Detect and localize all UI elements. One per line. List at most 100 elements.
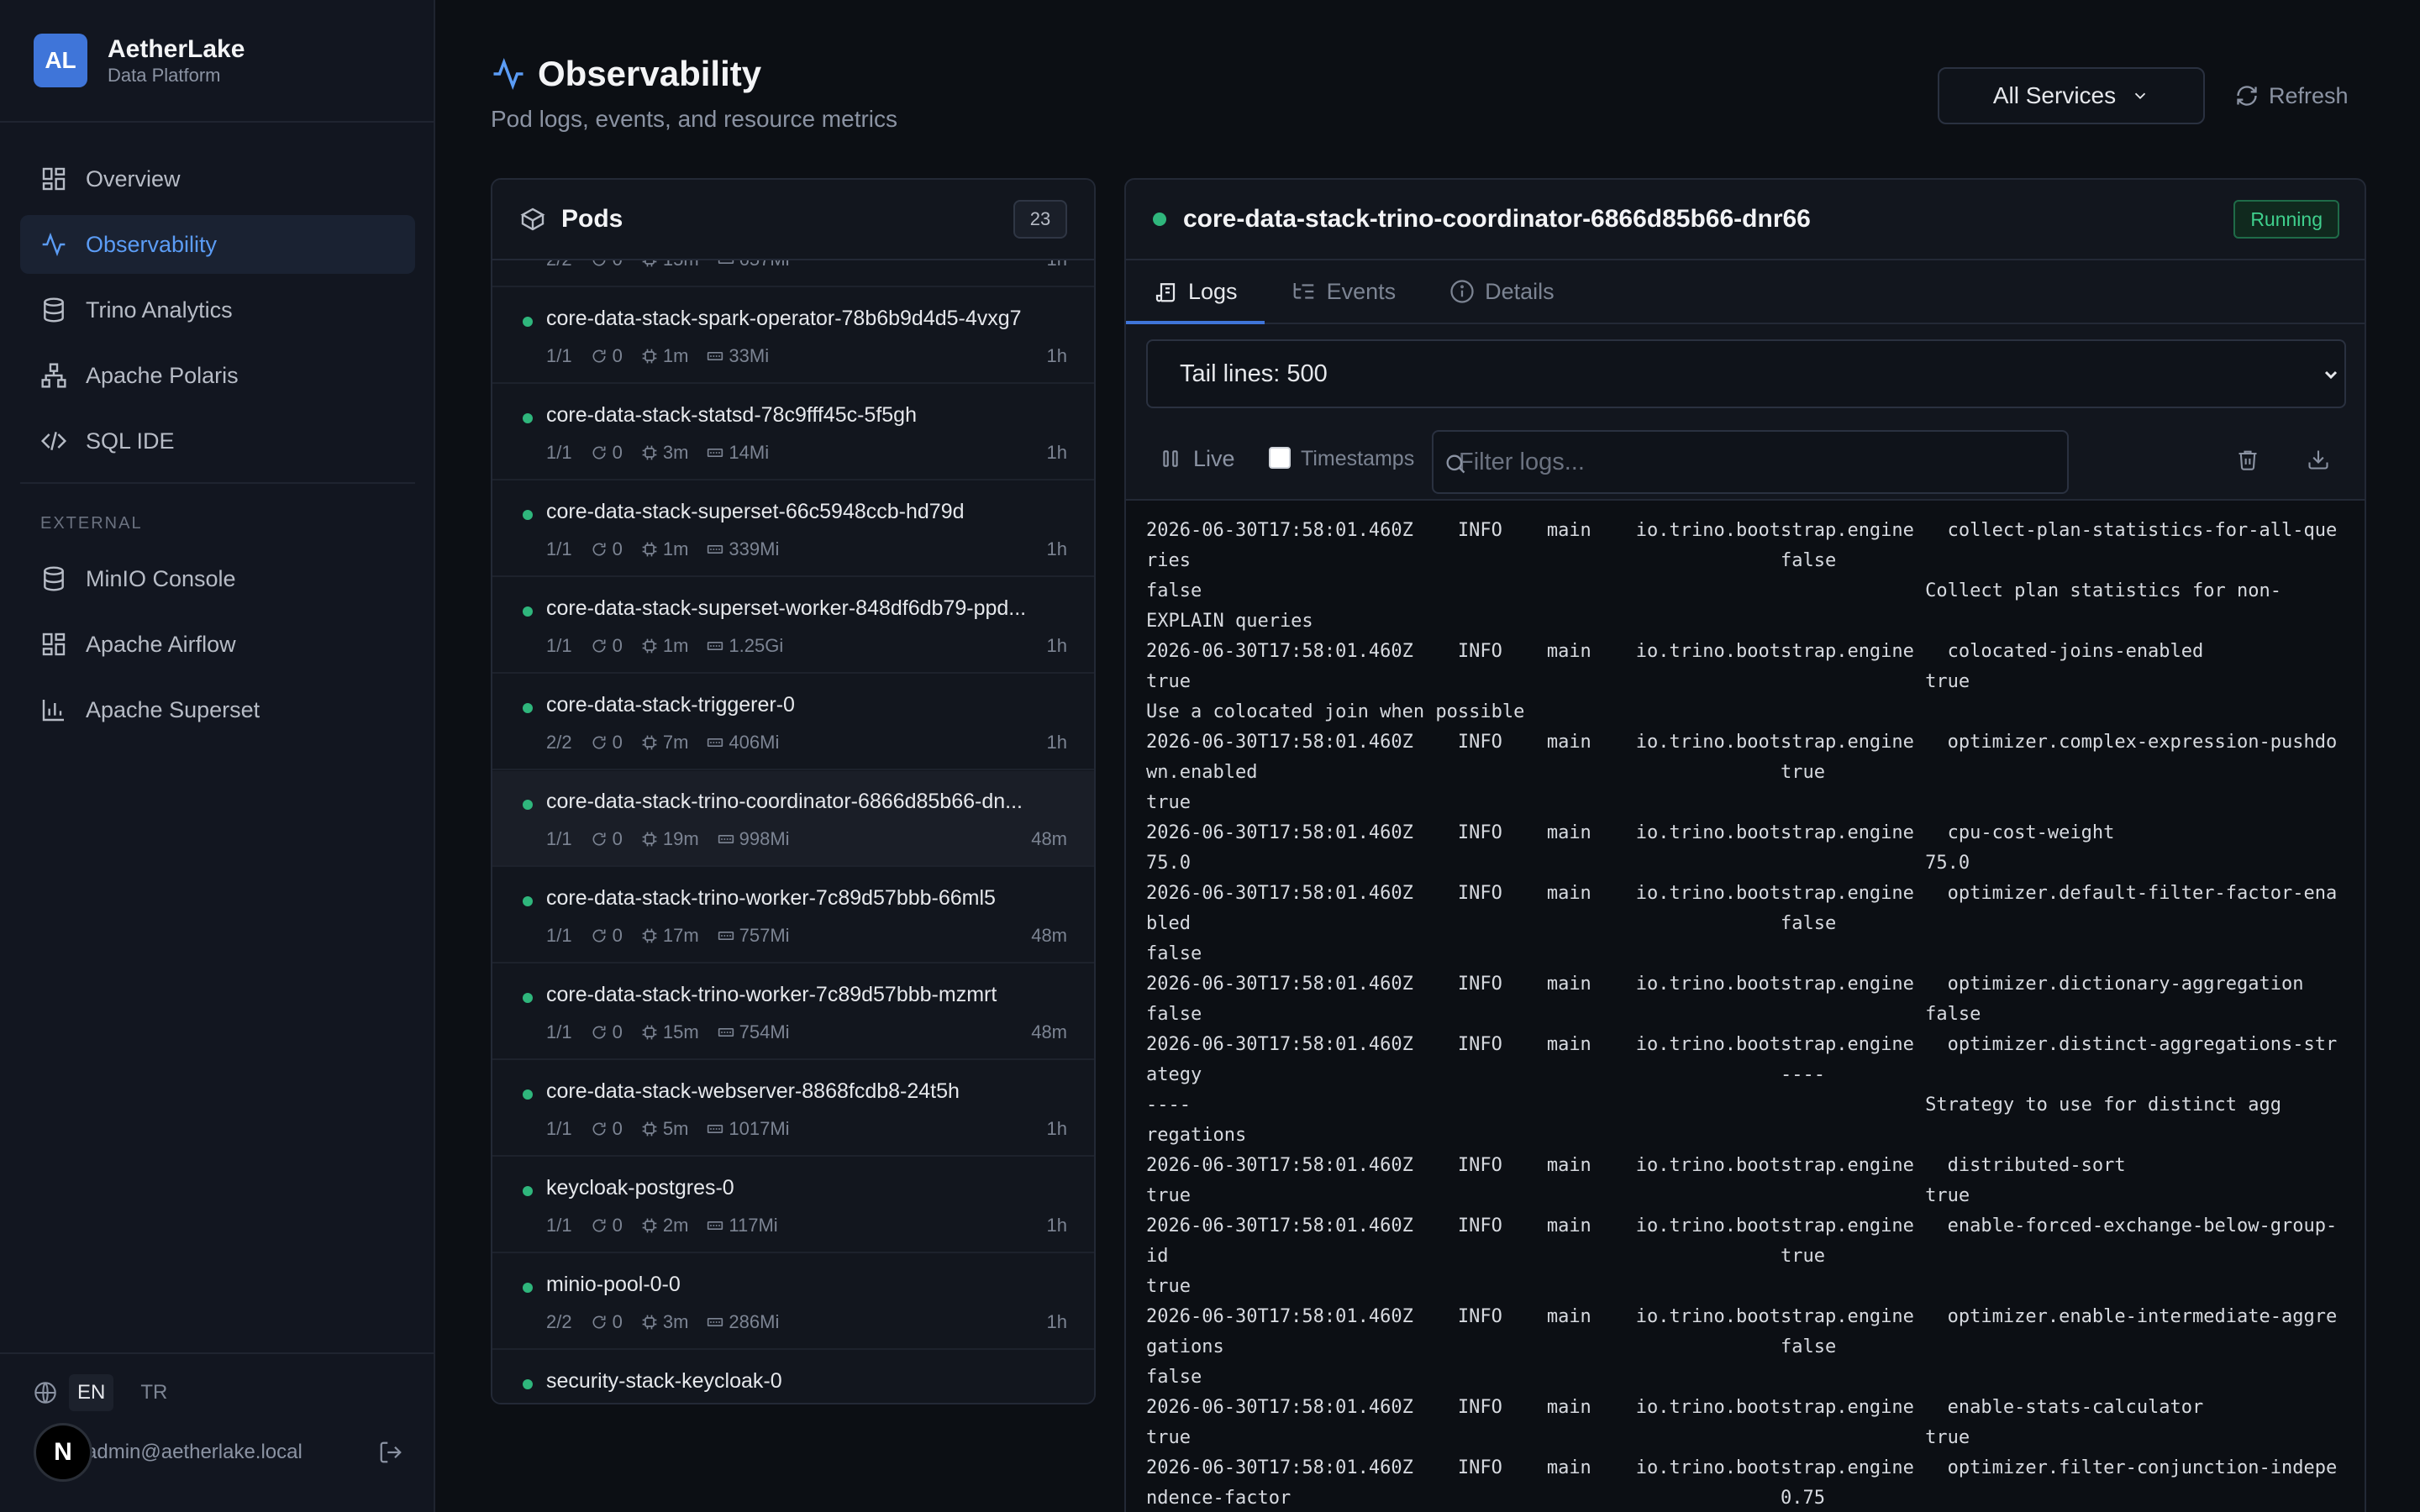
log-line: gations false	[1146, 1336, 1837, 1357]
pod-age: 1h	[1046, 1215, 1067, 1236]
pod-status-dot	[523, 1186, 533, 1196]
pod-restarts-value: 0	[612, 538, 623, 559]
log-line: ---- Strategy to use for distinct agg	[1146, 1095, 2282, 1116]
download-icon	[2308, 450, 2328, 470]
pod-status-dot	[523, 896, 533, 906]
pod-row[interactable]: core-data-stack-trino-worker-7c89d57bbb-…	[492, 868, 1094, 963]
service-select-value: All Services	[1992, 82, 2117, 108]
avatar[interactable]: N	[34, 1423, 92, 1482]
pod-row[interactable]: core-data-stack-triggerer-0 2/2 0 7m 406Mi 1h	[492, 675, 1094, 770]
pod-row[interactable]: 2/2 0 15m 657Mi 1h	[492, 260, 1094, 287]
pod-row[interactable]: core-data-stack-trino-coordinator-6866d8…	[492, 771, 1094, 867]
clear-logs-button[interactable]	[2230, 442, 2265, 477]
timestamps-label: Timestamps	[1301, 447, 1415, 470]
logout-icon[interactable]	[378, 1440, 403, 1465]
sidebar-item-trino-analytics[interactable]: Trino Analytics	[20, 281, 415, 339]
sidebar-item-minio-console[interactable]: MinIO Console	[20, 549, 415, 608]
sidebar-item-label: Overview	[86, 165, 181, 192]
pod-status-dot	[523, 510, 533, 520]
pod-meta: 1/1 0 15m 754Mi	[546, 1021, 808, 1043]
pod-restarts-value: 0	[612, 925, 623, 946]
pod-restarts-value: 0	[612, 828, 623, 849]
log-line: 2026-06-30T17:58:01.460Z INFO main io.tr…	[1146, 1034, 2338, 1055]
pod-ready: 2/2	[546, 1311, 572, 1332]
pod-age: 1h	[1047, 260, 1067, 270]
brand[interactable]: AL AetherLake Data Platform	[34, 34, 245, 87]
tail-lines-select[interactable]: Tail lines: 500	[1146, 339, 2346, 408]
pod-row[interactable]: core-data-stack-spark-operator-78b6b9d4d…	[492, 288, 1094, 384]
live-toggle-button[interactable]: Live	[1160, 440, 1235, 477]
pod-cpu-value: 15m	[662, 1021, 699, 1042]
sidebar-item-apache-polaris[interactable]: Apache Polaris	[20, 346, 415, 405]
log-line: bled false	[1146, 913, 1837, 934]
pod-meta: 1/1 0 1m 33Mi	[546, 345, 787, 367]
user-email: admin@aetherlake.local	[86, 1441, 302, 1463]
pod-memory: 754Mi	[718, 1021, 790, 1043]
sidebar-item-overview[interactable]: Overview	[20, 150, 415, 208]
sidebar-divider	[0, 121, 435, 123]
pod-detail-header: core-data-stack-trino-coordinator-6866d8…	[1126, 180, 2365, 260]
cpu-icon	[641, 444, 663, 461]
pod-cpu: 3m	[641, 442, 688, 464]
pod-age: 48m	[1031, 1021, 1067, 1042]
tab-events[interactable]: Events	[1265, 260, 1423, 323]
pod-restarts-value: 0	[612, 635, 623, 656]
restart-icon	[591, 541, 613, 558]
memory-icon	[718, 831, 739, 848]
tab-details[interactable]: Details	[1423, 260, 1581, 323]
detail-tabs: Logs Events Details	[1126, 260, 2365, 324]
refresh-button[interactable]: Refresh	[2235, 77, 2349, 114]
pod-row[interactable]: core-data-stack-superset-worker-848df6db…	[492, 578, 1094, 674]
pod-restarts: 0	[591, 1215, 623, 1236]
pod-row[interactable]: core-data-stack-superset-66c5948ccb-hd79…	[492, 481, 1094, 577]
pod-memory-value: 406Mi	[729, 732, 780, 753]
pod-restarts: 0	[591, 345, 623, 367]
pod-memory-value: 754Mi	[739, 1021, 790, 1042]
lang-en-button[interactable]: EN	[69, 1374, 114, 1411]
pod-row[interactable]: core-data-stack-trino-worker-7c89d57bbb-…	[492, 964, 1094, 1060]
pod-row[interactable]: security-stack-keycloak-0	[492, 1351, 1094, 1403]
brand-logo: AL	[34, 34, 87, 87]
pod-row[interactable]: keycloak-postgres-0 1/1 0 2m 117Mi 1h	[492, 1158, 1094, 1253]
memory-icon	[707, 1121, 729, 1137]
service-select[interactable]: All Services	[1938, 67, 2205, 124]
memory-icon	[707, 541, 729, 558]
pod-row[interactable]: minio-pool-0-0 2/2 0 3m 286Mi 1h	[492, 1254, 1094, 1350]
pod-row[interactable]: core-data-stack-webserver-8868fcdb8-24t5…	[492, 1061, 1094, 1157]
user-row: N admin@aetherlake.local	[34, 1423, 403, 1482]
log-line: Use a colocated join when possible	[1146, 701, 1525, 722]
sidebar-item-label: MinIO Console	[86, 565, 236, 591]
chevron-down-icon	[2324, 370, 2338, 380]
pod-meta: 1/1 0 1m 1.25Gi	[546, 635, 802, 657]
sidebar-item-observability[interactable]: Observability	[20, 215, 415, 274]
log-line: 2026-06-30T17:58:01.460Z INFO main io.tr…	[1146, 883, 2338, 904]
log-line: ategy ----	[1146, 1064, 1825, 1085]
pod-restarts: 0	[591, 260, 623, 270]
code-icon	[40, 432, 67, 450]
lang-tr-button[interactable]: TR	[132, 1374, 176, 1411]
tab-label: Details	[1485, 278, 1555, 304]
pod-cpu-value: 17m	[662, 925, 699, 946]
log-line: regations	[1146, 1125, 1247, 1146]
scroll-icon	[1155, 283, 1176, 302]
timestamps-checkbox[interactable]	[1269, 447, 1291, 469]
tab-logs[interactable]: Logs	[1126, 260, 1265, 324]
memory-icon	[707, 1217, 729, 1234]
sidebar-item-sql-ide[interactable]: SQL IDE	[20, 412, 415, 470]
pod-row[interactable]: core-data-stack-statsd-78c9fff45c-5f5gh 1…	[492, 385, 1094, 480]
pod-memory-value: 339Mi	[729, 538, 780, 559]
pod-list[interactable]: 2/2 0 15m 657Mi 1h core-data-stack-spark-oper…	[492, 260, 1094, 1403]
list-tree-icon	[1293, 283, 1313, 299]
log-output[interactable]: 2026-06-30T17:58:01.460Z INFO main io.tr…	[1126, 501, 2365, 1512]
pod-ready: 1/1	[546, 635, 572, 656]
download-logs-button[interactable]	[2301, 442, 2336, 477]
sidebar-item-apache-superset[interactable]: Apache Superset	[20, 680, 415, 739]
sidebar-item-apache-airflow[interactable]: Apache Airflow	[20, 615, 415, 674]
pod-cpu-value: 1m	[662, 538, 689, 559]
filter-logs-input[interactable]: Filter logs...	[1432, 430, 2069, 494]
pod-age: 1h	[1046, 442, 1067, 463]
pod-ready: 1/1	[546, 1021, 572, 1042]
pod-meta: 1/1 0 5m 1017Mi	[546, 1118, 808, 1140]
restart-icon	[591, 927, 613, 944]
box-icon	[520, 207, 545, 231]
